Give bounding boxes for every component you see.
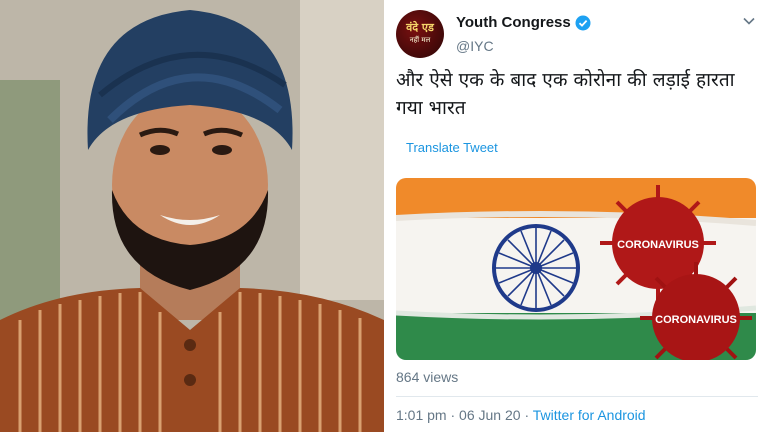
author-row: Youth Congress <box>456 14 591 31</box>
avatar-logo-subtext: नहीं मल <box>409 36 431 44</box>
tweet-meta: 1:01 pm · 06 Jun 20 · Twitter for Androi… <box>396 407 646 423</box>
divider <box>396 396 758 397</box>
user-handle[interactable]: @IYC <box>456 38 494 54</box>
meta-separator: · <box>524 407 530 423</box>
ashoka-chakra-icon <box>492 224 580 312</box>
person-photo <box>0 0 384 432</box>
tweet-card: वंदे एड नहीं मल Youth Congress @IYC और ऐ… <box>384 0 768 432</box>
tweet-date[interactable]: 06 Jun 20 <box>459 407 521 423</box>
tweet-time[interactable]: 1:01 pm <box>396 407 447 423</box>
tweet-source-link[interactable]: Twitter for Android <box>533 407 646 423</box>
display-name[interactable]: Youth Congress <box>456 14 571 31</box>
chevron-down-icon[interactable] <box>742 14 756 28</box>
meta-separator: · <box>450 407 456 423</box>
verified-badge-icon <box>575 15 591 30</box>
virus-label-2: CORONAVIRUS <box>655 314 737 326</box>
tweet-text: और ऐसे एक के बाद एक कोरोना की लड़ाई हारत… <box>396 69 735 119</box>
avatar-logo-text: वंदे एड <box>406 21 434 34</box>
tweet-media-image[interactable]: CORONAVIRUS CORONAVIRUS <box>396 178 756 360</box>
virus-label-1: CORONAVIRUS <box>617 239 699 251</box>
view-count: 864 views <box>396 369 459 385</box>
avatar[interactable]: वंदे एड नहीं मल <box>396 10 444 58</box>
translate-tweet-link[interactable]: Translate Tweet <box>406 140 498 155</box>
